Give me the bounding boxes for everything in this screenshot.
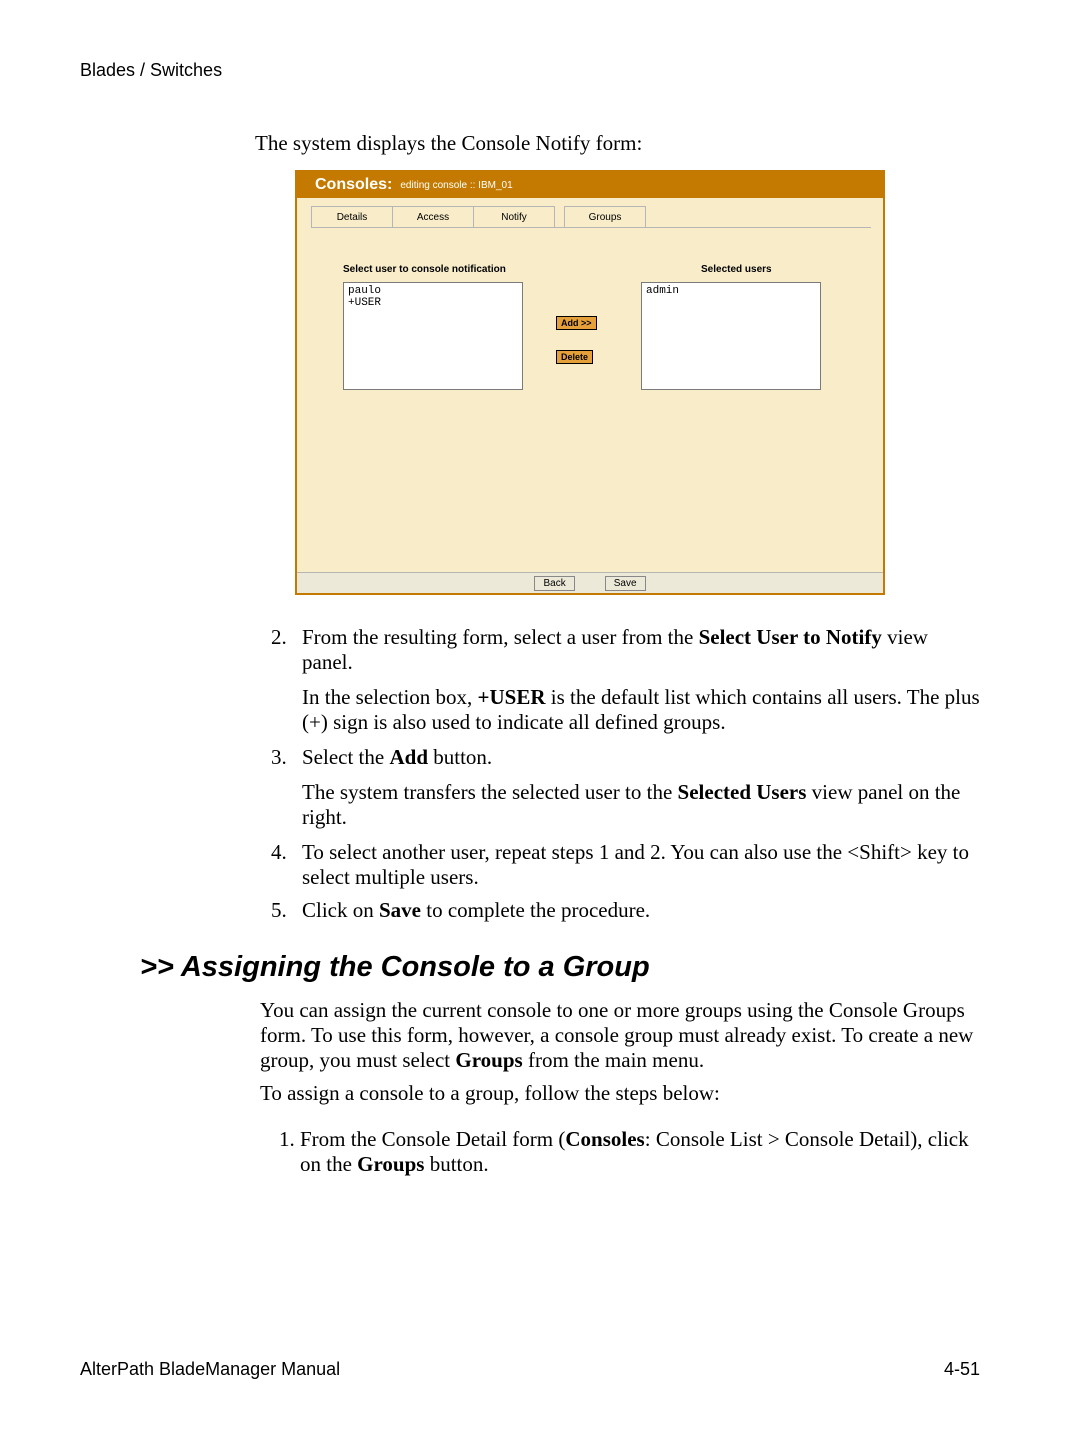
page-header: Blades / Switches [80, 60, 980, 81]
page-footer: AlterPath BladeManager Manual 4-51 [80, 1359, 980, 1380]
footer-right: 4-51 [944, 1359, 980, 1380]
step-4: To select another user, repeat steps 1 a… [292, 840, 980, 890]
screenshot-subtitle: editing console :: IBM_01 [400, 180, 512, 191]
screenshot-title: Consoles: [315, 176, 392, 194]
tab-details[interactable]: Details [311, 206, 393, 227]
screenshot-titlebar: Consoles: editing console :: IBM_01 [297, 172, 883, 198]
procedure-steps-1: From the resulting form, select a user f… [260, 625, 980, 931]
save-button[interactable]: Save [605, 576, 646, 591]
available-users-label: Select user to console notification [343, 264, 506, 275]
list-item[interactable]: paulo [348, 285, 518, 297]
tab-notify[interactable]: Notify [473, 206, 555, 227]
form-area: Select user to console notification Sele… [311, 228, 871, 558]
assign-step-1: From the Console Detail form (Consoles: … [300, 1127, 980, 1177]
tab-groups[interactable]: Groups [564, 206, 646, 227]
list-item[interactable]: +USER [348, 297, 518, 309]
step-5: Click on Save to complete the procedure. [292, 898, 980, 923]
tab-strip: Details Access Notify Groups [311, 206, 871, 228]
available-users-list[interactable]: paulo +USER [343, 282, 523, 390]
assign-intro-paragraph: You can assign the current console to on… [260, 998, 980, 1073]
assign-steps-intro: To assign a console to a group, follow t… [260, 1081, 980, 1106]
add-button[interactable]: Add >> [556, 316, 597, 330]
tab-access[interactable]: Access [392, 206, 474, 227]
step-3: Select the Add button. The system transf… [292, 745, 980, 830]
list-item[interactable]: admin [646, 285, 816, 297]
step-2: From the resulting form, select a user f… [292, 625, 980, 735]
section-heading: >> Assigning the Console to a Group [140, 951, 980, 984]
console-notify-screenshot: Consoles: editing console :: IBM_01 Deta… [295, 170, 885, 595]
bottom-button-bar: Back Save [297, 572, 883, 593]
step-2-detail: In the selection box, +USER is the defau… [302, 685, 980, 735]
selected-users-list[interactable]: admin [641, 282, 821, 390]
section-body: You can assign the current console to on… [260, 990, 980, 1198]
intro-line: The system displays the Console Notify f… [255, 131, 980, 156]
footer-left: AlterPath BladeManager Manual [80, 1359, 340, 1380]
selected-users-label: Selected users [701, 264, 772, 275]
step-3-detail: The system transfers the selected user t… [302, 780, 980, 830]
delete-button[interactable]: Delete [556, 350, 593, 364]
back-button[interactable]: Back [534, 576, 574, 591]
